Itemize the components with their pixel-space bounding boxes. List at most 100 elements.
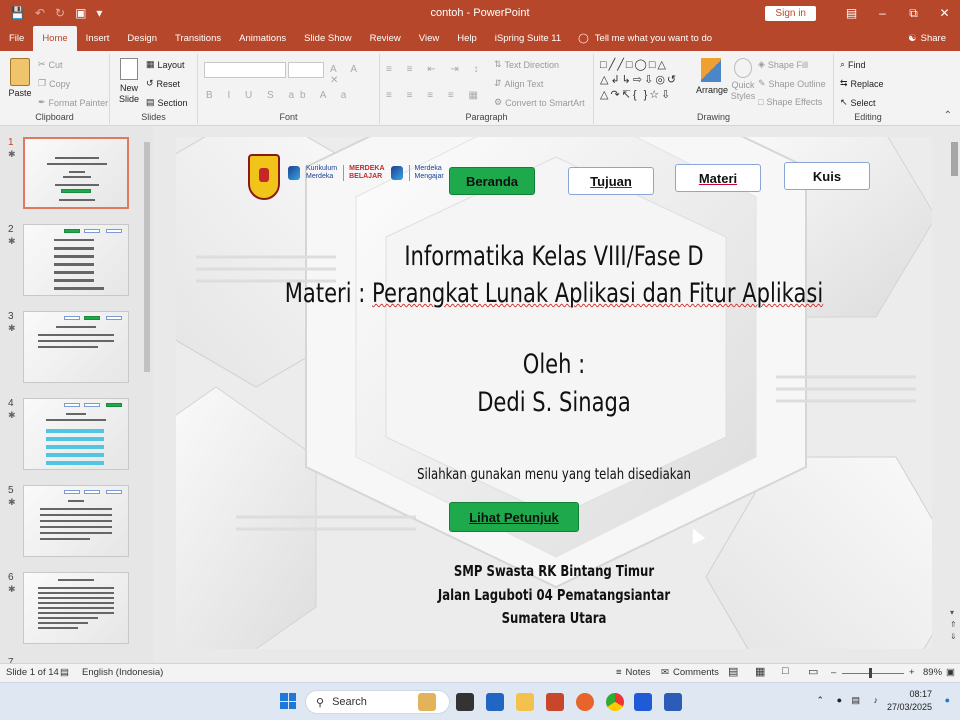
tell-me-search[interactable]: ◯ Tell me what you want to do (570, 26, 721, 51)
powerpoint-app-icon[interactable] (546, 693, 564, 711)
new-slide-button[interactable]: New Slide (116, 58, 142, 105)
tab-design[interactable]: Design (118, 26, 166, 51)
replace-icon: ⇆ (840, 78, 848, 88)
slideshow-view-icon[interactable]: ▭ (808, 665, 818, 678)
quick-styles-button[interactable]: Quick Styles (730, 58, 756, 102)
language-indicator[interactable]: English (Indonesia) (82, 667, 163, 678)
shape-outline-button[interactable]: ✎ Shape Outline (758, 78, 826, 89)
customize-icon[interactable]: ▾ (96, 6, 102, 20)
thumb-line (38, 592, 114, 594)
tab-review[interactable]: Review (361, 26, 410, 51)
scroll-arrows[interactable]: ▾ ⇑ ⇓ (950, 607, 957, 643)
nav-kuis-button[interactable]: Kuis (784, 162, 870, 190)
zoom-out-icon[interactable]: – (831, 667, 836, 678)
tab-help[interactable]: Help (448, 26, 486, 51)
font-size-combo[interactable] (288, 62, 324, 78)
layout-button[interactable]: ▦ Layout (146, 59, 185, 70)
slide-canvas[interactable]: Kurikulum Merdeka MERDEKA BELAJAR Merdeka M… (176, 137, 932, 649)
zoom-in-icon[interactable]: + (909, 667, 915, 678)
tab-ispring[interactable]: iSpring Suite 11 (486, 26, 570, 51)
tab-home[interactable]: Home (33, 26, 77, 51)
find-button[interactable]: ⌕ Find (840, 59, 866, 70)
share-button[interactable]: ☯ Share (908, 26, 946, 51)
network-icon[interactable]: ▤ (851, 695, 860, 706)
thumbnail-slide-1[interactable] (23, 137, 129, 209)
volume-icon[interactable]: ♪ (874, 695, 879, 705)
shapes-gallery[interactable]: □╱╱□◯□△ △↲↳⇨⇩◎↺ △↷↸{ }☆⇩ (600, 58, 678, 103)
signin-button[interactable]: Sign in (765, 5, 816, 21)
thumbnail-slide-3[interactable] (23, 311, 129, 383)
section-button[interactable]: ▤ Section (146, 97, 188, 108)
start-windows-icon[interactable] (280, 693, 296, 709)
firefox-icon[interactable] (576, 693, 594, 711)
scrollbar-thumb[interactable] (144, 142, 150, 372)
font-family-combo[interactable] (204, 62, 286, 78)
tab-file[interactable]: File (0, 26, 33, 51)
file-explorer-icon[interactable] (516, 693, 534, 711)
nav-beranda-button[interactable]: Beranda (449, 167, 535, 195)
save-icon[interactable]: 💾 (10, 6, 25, 20)
tray-overflow-icon[interactable]: ⌃ (816, 695, 824, 706)
zoom-slider[interactable] (842, 668, 904, 678)
redo-icon[interactable]: ↻ (55, 6, 65, 20)
reset-button[interactable]: ↺ Reset (146, 78, 180, 89)
reading-view-icon[interactable]: □ (782, 665, 789, 677)
clock-time: 08:17 (909, 689, 932, 699)
thumbnail-slide-2[interactable] (23, 224, 129, 296)
ribbon-display-icon[interactable]: ▤ (836, 6, 867, 20)
restore-icon[interactable]: ⧉ (898, 6, 929, 21)
chrome-icon[interactable] (606, 693, 624, 711)
spellcheck-icon[interactable]: ▤ (60, 667, 69, 678)
format-painter-button[interactable]: ✒ Format Painter (38, 97, 108, 108)
text-direction-button[interactable]: ⇅ Text Direction (494, 59, 559, 70)
app-blue-icon[interactable] (634, 693, 652, 711)
nav-materi-button[interactable]: Materi (675, 164, 761, 192)
clock[interactable]: 08:17 27/03/2025 (887, 688, 932, 714)
minimize-icon[interactable]: – (867, 6, 898, 20)
scrollbar-thumb[interactable] (951, 142, 958, 176)
replace-button[interactable]: ⇆ Replace (840, 78, 884, 89)
editor-scrollbar[interactable]: ▾ ⇑ ⇓ (949, 137, 960, 649)
weather-widget-icon[interactable] (418, 693, 436, 711)
paste-button[interactable]: Paste (6, 58, 34, 98)
shape-fill-button[interactable]: ◈ Shape Fill (758, 59, 808, 70)
select-button[interactable]: ↖ Select (840, 97, 876, 108)
editing-group-label: Editing (854, 112, 882, 122)
tab-insert[interactable]: Insert (77, 26, 119, 51)
microphone-icon[interactable]: ● (837, 695, 842, 705)
tab-transitions[interactable]: Transitions (166, 26, 230, 51)
cut-button[interactable]: ✂ Cut (38, 59, 63, 70)
convert-smartart-button[interactable]: ⚙ Convert to SmartArt (494, 97, 585, 108)
close-icon[interactable]: ✕ (929, 6, 960, 20)
task-view-icon[interactable] (456, 693, 474, 711)
thumb-line (38, 607, 114, 609)
comments-button[interactable]: ✉ Comments (661, 667, 719, 678)
align-text-button[interactable]: ⇵ Align Text (494, 78, 543, 89)
nav-tujuan-button[interactable]: Tujuan (568, 167, 654, 195)
shape-effects-button[interactable]: □ Shape Effects (758, 97, 822, 107)
undo-icon[interactable]: ↶ (35, 6, 45, 20)
tab-view[interactable]: View (410, 26, 448, 51)
zoom-level[interactable]: 89% (923, 667, 942, 678)
thumbnails-scrollbar[interactable] (142, 127, 152, 663)
zoom-slider-thumb[interactable] (869, 668, 872, 678)
arrange-button[interactable]: Arrange (696, 58, 728, 95)
tab-slide-show[interactable]: Slide Show (295, 26, 361, 51)
store-icon[interactable] (486, 693, 504, 711)
thumbnail-slide-4[interactable] (23, 398, 129, 470)
slide-sorter-icon[interactable]: ▦ (755, 665, 765, 678)
lihat-petunjuk-button[interactable]: Lihat Petunjuk (449, 502, 579, 532)
copy-icon: ❐ (38, 78, 47, 88)
collapse-ribbon-icon[interactable]: ⌃ (944, 110, 952, 121)
present-icon[interactable]: ▣ (75, 6, 86, 20)
notification-bell-icon[interactable]: ● (945, 695, 950, 705)
normal-view-icon[interactable]: ▤ (728, 665, 738, 678)
tab-animations[interactable]: Animations (230, 26, 295, 51)
notes-button[interactable]: ≡ Notes (616, 667, 650, 678)
fit-slide-icon[interactable]: ▣ (946, 667, 955, 678)
thumbnail-slide-5[interactable] (23, 485, 129, 557)
copy-button[interactable]: ❐ Copy (38, 78, 70, 89)
word-app-icon[interactable] (664, 693, 682, 711)
merdeka-mengajar-text: Merdeka (414, 165, 442, 172)
thumbnail-slide-6[interactable] (23, 572, 129, 644)
